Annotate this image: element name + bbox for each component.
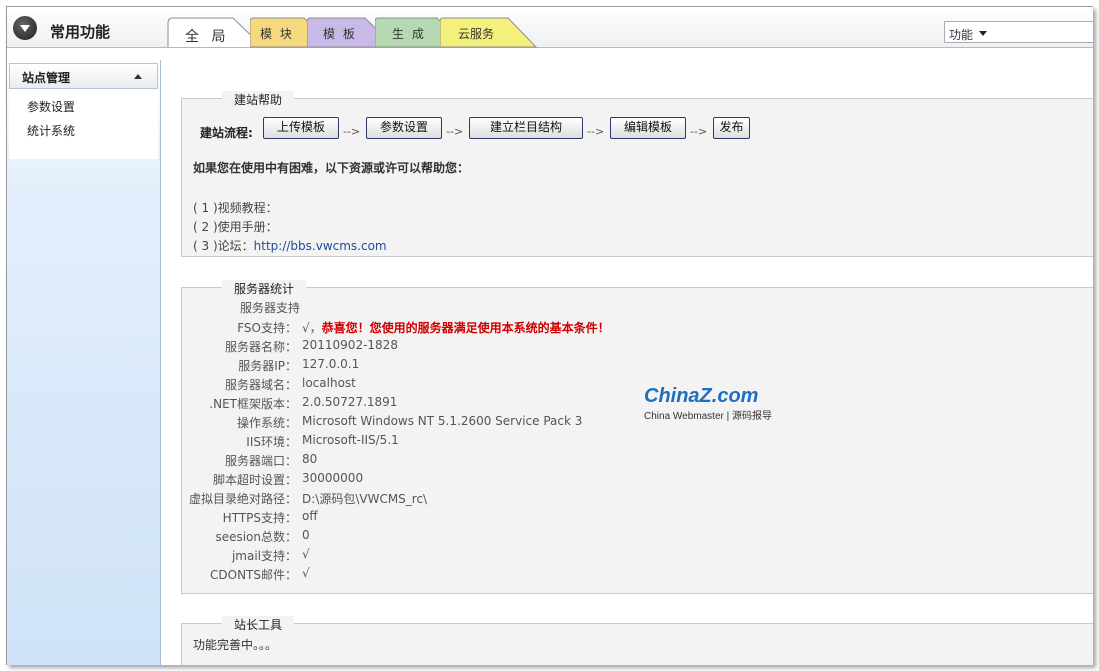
stat-row-domain: 服务器域名： localhost bbox=[182, 376, 1093, 392]
app-window: 常用功能 全 局 模 块 模 板 生 成 云服务 功能 站点管理 参数设置 统计… bbox=[6, 6, 1093, 665]
stat-key: jmail支持： bbox=[231, 549, 297, 563]
stat-key: FSO支持： bbox=[237, 321, 297, 335]
stat-key: HTTPS支持： bbox=[222, 511, 297, 525]
param-settings-button[interactable]: 参数设置 bbox=[366, 117, 442, 139]
tab-label: 模 块 bbox=[260, 27, 294, 41]
stat-key: 服务器域名： bbox=[224, 378, 297, 392]
stat-value: 80 bbox=[302, 452, 318, 466]
help-title: 如果您在使用中有困难，以下资源或许可以帮助您： bbox=[193, 161, 470, 175]
tab-cloud[interactable]: 云服务 bbox=[440, 17, 540, 48]
edit-template-button[interactable]: 编辑模板 bbox=[610, 117, 686, 139]
stat-key: 服务器IP： bbox=[238, 359, 297, 373]
resource-forum: ( 3 )论坛：http://bbs.vwcms.com bbox=[193, 237, 387, 254]
stat-row-server-ip: 服务器IP： 127.0.0.1 bbox=[182, 357, 1093, 373]
stat-row-timeout: 脚本超时设置： 30000000 bbox=[182, 471, 1093, 487]
stat-key: 脚本超时设置： bbox=[212, 473, 297, 487]
stat-value: √，恭喜您！您使用的服务器满足使用本系统的基本条件！ bbox=[302, 319, 610, 336]
stat-row-https: HTTPS支持： off bbox=[182, 509, 1093, 525]
sidebar-item-stats[interactable]: 统计系统 bbox=[27, 122, 75, 139]
resource-manual: ( 2 )使用手册： bbox=[193, 218, 278, 235]
sidebar-item-params[interactable]: 参数设置 bbox=[27, 98, 75, 115]
check-mark: √， bbox=[302, 321, 322, 335]
flow-label: 建站流程: bbox=[200, 126, 253, 140]
stat-row-fso: FSO支持： √，恭喜您！您使用的服务器满足使用本系统的基本条件！ bbox=[182, 319, 1093, 335]
top-bar: 常用功能 全 局 模 块 模 板 生 成 云服务 功能 bbox=[7, 7, 1093, 48]
watermark-brand: ChinaZ.com bbox=[644, 385, 759, 407]
tab-label: 模 板 bbox=[323, 27, 357, 41]
stat-key: 操作系统： bbox=[236, 416, 297, 430]
tools-status-text: 功能完善中。。。 bbox=[193, 638, 278, 652]
tab-label: 全 局 bbox=[185, 29, 230, 45]
chinaz-watermark: ChinaZ.com China Webmaster | 源码报导 bbox=[644, 385, 772, 422]
server-panel: 服务器统计 服务器支持 FSO支持： √，恭喜您！您使用的服务器满足使用本系统的… bbox=[181, 280, 1093, 594]
stat-value: √ bbox=[302, 566, 310, 580]
stat-value: D:\源码包\VWCMS_rc\ bbox=[302, 492, 428, 506]
upload-template-button[interactable]: 上传模板 bbox=[263, 117, 339, 139]
collapse-arrow-icon[interactable] bbox=[134, 74, 142, 79]
stat-value: 30000000 bbox=[302, 471, 364, 485]
flow-arrow: --> bbox=[690, 125, 708, 138]
app-title: 常用功能 bbox=[50, 23, 111, 41]
stat-value: 20110902-1828 bbox=[302, 338, 398, 352]
tools-panel-legend: 站长工具 bbox=[222, 616, 295, 633]
tab-label: 云服务 bbox=[458, 27, 495, 41]
stat-row-port: 服务器端口： 80 bbox=[182, 452, 1093, 468]
stat-row-iis: IIS环境： Microsoft-IIS/5.1 bbox=[182, 433, 1093, 449]
tools-panel: 站长工具 功能完善中。。。 bbox=[181, 616, 1093, 665]
help-panel: 建站帮助 建站流程: 上传模板 --> 参数设置 --> 建立栏目结构 --> … bbox=[181, 91, 1093, 257]
stat-value: Microsoft-IIS/5.1 bbox=[302, 433, 399, 447]
stat-key: .NET框架版本： bbox=[209, 397, 297, 411]
stat-key: 服务器名称： bbox=[224, 340, 297, 354]
tab-label: 生 成 bbox=[392, 27, 426, 41]
sidebar: 站点管理 参数设置 统计系统 bbox=[7, 60, 161, 665]
flow-arrow: --> bbox=[587, 125, 605, 138]
function-select-value: 功能 bbox=[949, 28, 974, 42]
stat-key: 虚拟目录绝对路径： bbox=[188, 492, 297, 506]
resource-label: 视频教程： bbox=[217, 201, 278, 215]
stat-row-dotnet: .NET框架版本： 2.0.50727.1891 bbox=[182, 395, 1093, 411]
resource-index: ( 3 ) bbox=[193, 239, 218, 253]
chevron-down-icon bbox=[979, 31, 987, 36]
build-columns-button[interactable]: 建立栏目结构 bbox=[469, 117, 583, 139]
function-select[interactable]: 功能 bbox=[944, 21, 1093, 43]
sidebar-section-title: 站点管理 bbox=[22, 71, 71, 85]
stat-value: 2.0.50727.1891 bbox=[302, 395, 398, 409]
publish-button[interactable]: 发布 bbox=[713, 117, 750, 139]
stat-row-cdonts: CDONTS邮件： √ bbox=[182, 566, 1093, 582]
stat-key: 服务器端口： bbox=[224, 454, 297, 468]
stat-row-path: 虚拟目录绝对路径： D:\源码包\VWCMS_rc\ bbox=[182, 490, 1093, 506]
menu-toggle-icon[interactable] bbox=[13, 16, 37, 40]
resource-index: ( 2 ) bbox=[193, 220, 218, 234]
resource-video: ( 1 )视频教程： bbox=[193, 199, 278, 216]
help-panel-legend: 建站帮助 bbox=[222, 91, 295, 108]
resource-label: 使用手册： bbox=[217, 220, 278, 234]
server-support-heading: 服务器支持 bbox=[240, 301, 301, 315]
resource-label: 论坛： bbox=[217, 239, 254, 253]
stat-value: 0 bbox=[302, 528, 310, 542]
stat-value: localhost bbox=[302, 376, 356, 390]
flow-arrow: --> bbox=[343, 125, 361, 138]
flow-arrow: --> bbox=[446, 125, 464, 138]
sidebar-section-header[interactable]: 站点管理 bbox=[9, 63, 158, 89]
fso-message: 恭喜您！您使用的服务器满足使用本系统的基本条件！ bbox=[321, 321, 610, 335]
stat-value: 127.0.0.1 bbox=[302, 357, 360, 371]
stat-key: IIS环境： bbox=[246, 435, 297, 449]
stat-row-os: 操作系统： Microsoft Windows NT 5.1.2600 Serv… bbox=[182, 414, 1093, 430]
stat-row-jmail: jmail支持： √ bbox=[182, 547, 1093, 563]
stat-value: off bbox=[302, 509, 318, 523]
stat-value: √ bbox=[302, 547, 310, 561]
stat-value: Microsoft Windows NT 5.1.2600 Service Pa… bbox=[302, 414, 583, 428]
stat-row-server-name: 服务器名称： 20110902-1828 bbox=[182, 338, 1093, 354]
stat-row-session: seesion总数： 0 bbox=[182, 528, 1093, 544]
sidebar-list: 参数设置 统计系统 bbox=[9, 89, 158, 159]
forum-link[interactable]: http://bbs.vwcms.com bbox=[254, 239, 387, 253]
main-content: 建站帮助 建站流程: 上传模板 --> 参数设置 --> 建立栏目结构 --> … bbox=[161, 60, 1093, 665]
watermark-sub: China Webmaster | 源码报导 bbox=[644, 411, 773, 422]
server-panel-legend: 服务器统计 bbox=[222, 280, 307, 297]
stat-key: CDONTS邮件： bbox=[210, 568, 297, 582]
resource-index: ( 1 ) bbox=[193, 201, 218, 215]
stat-key: seesion总数： bbox=[215, 530, 297, 544]
